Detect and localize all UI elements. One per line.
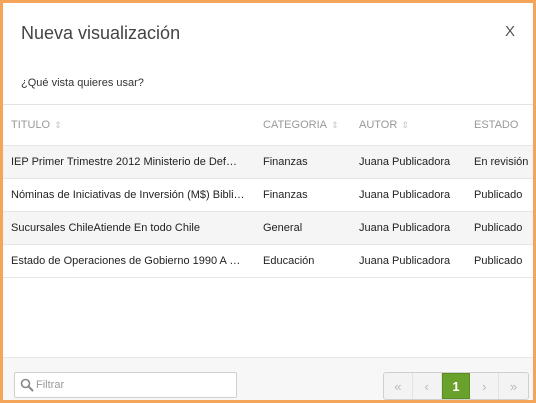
cell-title: Nóminas de Iniciativas de Inversión (M$)… [3,178,255,212]
column-header-titulo[interactable]: TITULO ⇕ [3,105,255,146]
chevron-right-icon[interactable]: › [470,373,500,399]
table-row[interactable]: Sucursales ChileAtiende En todo Chile Ge… [3,211,533,245]
column-header-label: ESTADO [474,118,519,131]
filter-field[interactable] [14,372,237,398]
sort-icon[interactable]: ⇕ [331,120,339,130]
column-header-autor[interactable]: AUTOR ⇕ [351,105,466,146]
cell-status: Publicado [466,178,533,212]
cell-title: IEP Primer Trimestre 2012 Ministerio de … [3,145,255,179]
cell-title: Sucursales ChileAtiende En todo Chile [3,211,255,245]
views-table-container: TITULO ⇕ CATEGORIA ⇕ AUTOR ⇕ ESTADO IEP Pri… [3,104,533,278]
table-header-row: TITULO ⇕ CATEGORIA ⇕ AUTOR ⇕ ESTADO [3,105,533,146]
cell-author: Juana Publicadora [351,145,466,179]
dialog-subtitle: ¿Qué vista quieres usar? [21,77,144,89]
cell-status: En revisión [466,145,533,179]
cell-status: Publicado [466,211,533,245]
table-row[interactable]: Estado de Operaciones de Gobierno 1990 A… [3,244,533,278]
dialog-title: Nueva visualización [21,23,181,43]
column-header-categoria[interactable]: CATEGORIA ⇕ [255,105,351,146]
cell-category: General [255,211,351,245]
column-header-label: TITULO [11,118,51,131]
double-chevron-right-icon[interactable]: » [499,373,528,399]
cell-category: Finanzas [255,178,351,212]
cell-category: Educación [255,244,351,278]
cell-author: Juana Publicadora [351,244,466,278]
cell-title: Estado de Operaciones de Gobierno 1990 A… [3,244,255,278]
chevron-left-icon[interactable]: ‹ [413,373,442,399]
new-visualization-dialog: Nueva visualización X ¿Qué vista quieres… [0,0,536,403]
cell-author: Juana Publicadora [351,178,466,212]
cell-status: Publicado [466,244,533,278]
cell-author: Juana Publicadora [351,211,466,245]
cell-category: Finanzas [255,145,351,179]
column-header-label: CATEGORIA [263,118,327,131]
search-icon [20,378,34,392]
table-row[interactable]: Nóminas de Iniciativas de Inversión (M$)… [3,178,533,212]
column-header-label: AUTOR [359,118,398,131]
filter-input[interactable] [36,376,232,394]
double-chevron-left-icon[interactable]: « [384,373,413,399]
column-header-estado: ESTADO [466,105,533,146]
page-button-current[interactable]: 1 [441,373,471,399]
views-table: TITULO ⇕ CATEGORIA ⇕ AUTOR ⇕ ESTADO IEP Pri… [3,105,533,278]
close-button[interactable]: X [505,23,515,40]
pagination: « ‹ 1 › » [383,372,529,400]
sort-icon[interactable]: ⇕ [401,120,409,130]
sort-icon[interactable]: ⇕ [54,120,62,130]
dialog-footer: « ‹ 1 › » [3,357,533,400]
table-row[interactable]: IEP Primer Trimestre 2012 Ministerio de … [3,145,533,179]
